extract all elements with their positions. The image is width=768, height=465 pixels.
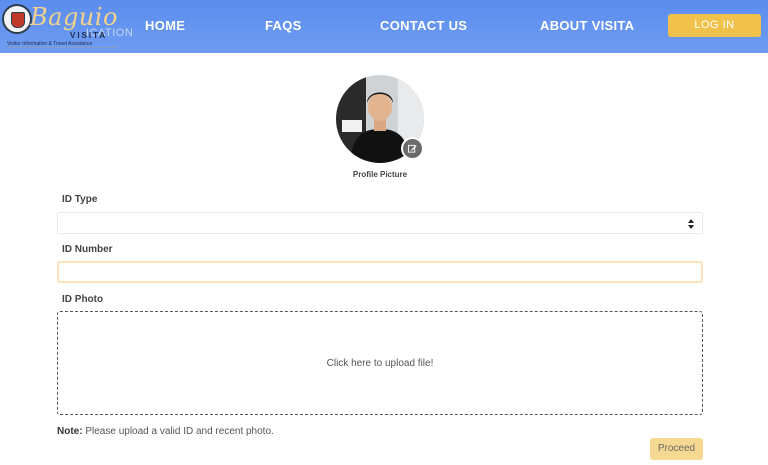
upload-prompt-text: Click here to upload file! (326, 358, 434, 369)
note-text: Please upload a valid ID and recent phot… (82, 426, 274, 437)
logo-subtitle: VISITA (70, 31, 108, 40)
nav-contact-link[interactable]: CONTACT US (380, 18, 467, 33)
id-type-label: ID Type (62, 194, 98, 205)
login-button[interactable]: LOG IN (668, 14, 761, 37)
nav-faqs-link[interactable]: FAQS (265, 18, 302, 33)
edit-icon (408, 144, 417, 153)
nav-about-link[interactable]: ABOUT VISITA (540, 18, 634, 33)
logo-script-text: Baguio (30, 3, 118, 31)
city-seal-icon (2, 4, 32, 34)
id-photo-label: ID Photo (62, 294, 104, 305)
logo-underline (7, 47, 117, 48)
id-number-label: ID Number (62, 244, 113, 255)
id-type-select[interactable] (57, 212, 703, 234)
id-number-input[interactable] (57, 261, 703, 283)
profile-picture-label: Profile Picture (352, 170, 408, 179)
note-label: Note: (57, 426, 83, 437)
upload-note: Note: Please upload a valid ID and recen… (57, 426, 274, 437)
site-logo[interactable]: ICATION Baguio VISITA Visitor Informatio… (0, 0, 160, 53)
edit-profile-picture-button[interactable] (401, 137, 424, 160)
id-photo-upload-area[interactable]: Click here to upload file! (57, 311, 703, 415)
proceed-button[interactable]: Proceed (650, 438, 703, 460)
top-navbar: ICATION Baguio VISITA Visitor Informatio… (0, 0, 768, 53)
select-arrows-icon (688, 218, 694, 230)
nav-home-link[interactable]: HOME (145, 18, 185, 33)
